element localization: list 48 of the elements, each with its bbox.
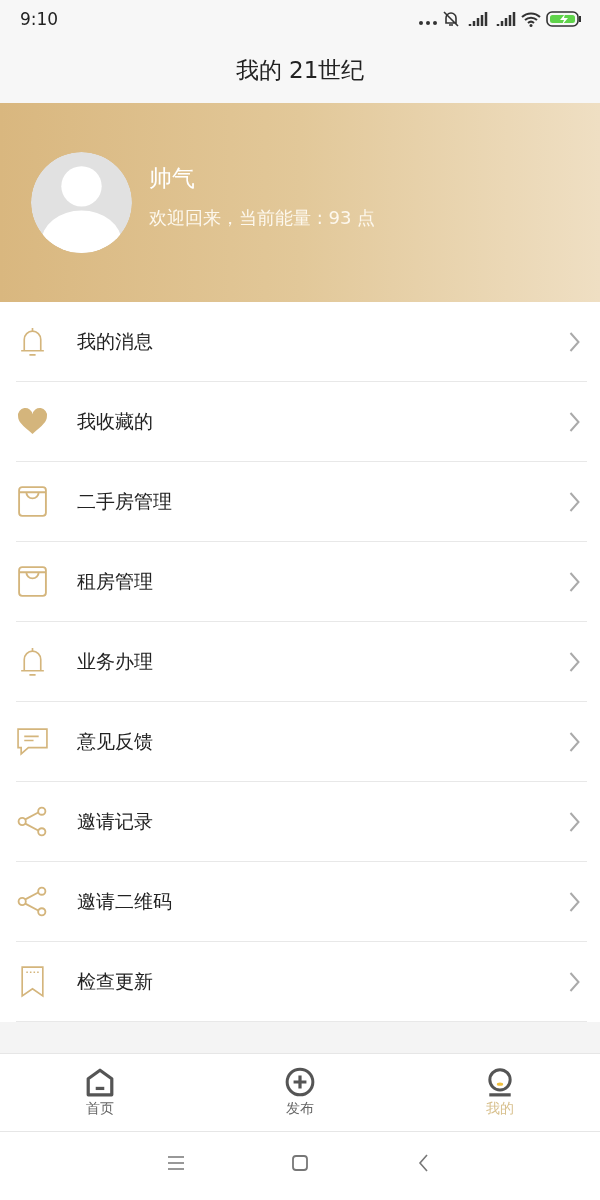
chevron-icon	[568, 970, 581, 993]
chat-icon	[16, 725, 49, 758]
menu-item[interactable]: 邀请记录	[16, 782, 587, 862]
bag-icon	[16, 565, 49, 598]
mute-bell-icon	[442, 9, 460, 28]
page-title: 我的 21世纪	[235, 55, 365, 85]
chevron-icon	[568, 730, 581, 753]
menu-label: 意见反馈	[77, 728, 154, 754]
menu-label: 检查更新	[77, 968, 154, 994]
wifi-icon	[520, 9, 542, 28]
tab-item[interactable]: 发布	[200, 1054, 400, 1131]
menu-item[interactable]: 我收藏的	[16, 382, 587, 462]
status-time: 9:10	[20, 8, 59, 29]
add-icon	[285, 1067, 315, 1097]
menu-icon[interactable]	[166, 1153, 186, 1173]
chevron-icon	[568, 890, 581, 913]
home-icon	[85, 1067, 115, 1097]
chevron-icon	[568, 410, 581, 433]
menu-label: 二手房管理	[77, 488, 173, 514]
battery-icon	[546, 9, 582, 28]
tab-item[interactable]: 首页	[0, 1054, 200, 1131]
menu-label: 业务办理	[77, 648, 154, 674]
menu-label: 邀请记录	[77, 808, 154, 834]
menu-item[interactable]: 业务办理	[16, 622, 587, 702]
menu-item[interactable]: 邀请二维码	[16, 862, 587, 942]
chevron-icon	[568, 570, 581, 593]
share-icon	[16, 805, 49, 838]
chevron-icon	[568, 490, 581, 513]
home-square-icon[interactable]	[290, 1153, 310, 1173]
menu-item[interactable]: 检查更新	[16, 942, 587, 1022]
more-dots-icon	[418, 20, 438, 25]
menu-item[interactable]: 租房管理	[16, 542, 587, 622]
bag-icon	[16, 485, 49, 518]
share-icon	[16, 885, 49, 918]
menu-item[interactable]: 我的消息	[16, 302, 587, 382]
menu-label: 邀请二维码	[77, 888, 173, 914]
chevron-icon	[568, 810, 581, 833]
avatar-icon	[31, 152, 132, 253]
menu-label: 我的消息	[77, 328, 154, 354]
menu-item[interactable]: 二手房管理	[16, 462, 587, 542]
menu-item[interactable]: 意见反馈	[16, 702, 587, 782]
profile-icon	[485, 1067, 515, 1097]
user-name: 帅气	[149, 164, 196, 193]
menu-label: 租房管理	[77, 568, 154, 594]
chevron-icon	[568, 650, 581, 673]
menu-label: 我收藏的	[77, 408, 154, 434]
welcome-text: 欢迎回来，当前能量 : 93 点	[149, 206, 376, 230]
chevron-icon	[568, 330, 581, 353]
